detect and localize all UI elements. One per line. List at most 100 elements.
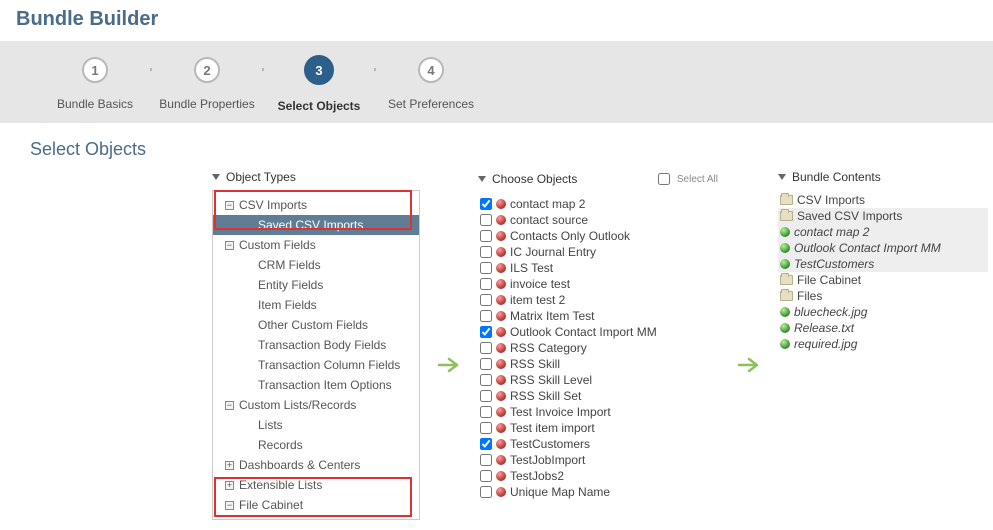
tree-item-label: Transaction Item Options xyxy=(258,377,392,393)
bundle-item[interactable]: Saved CSV Imports xyxy=(778,208,988,224)
choose-item[interactable]: item test 2 xyxy=(478,292,704,308)
object-icon xyxy=(496,263,506,273)
choose-item[interactable]: Outlook Contact Import MM xyxy=(478,324,704,340)
choose-objects-header[interactable]: Choose Objects Select All xyxy=(478,166,724,194)
choose-item[interactable]: ILS Test xyxy=(478,260,704,276)
collapse-icon[interactable]: − xyxy=(225,501,234,510)
choose-item[interactable]: Test item import xyxy=(478,420,704,436)
choose-item-checkbox[interactable] xyxy=(480,454,492,466)
choose-item-checkbox[interactable] xyxy=(480,374,492,386)
bundle-item[interactable]: Release.txt xyxy=(778,320,988,336)
choose-item[interactable]: invoice test xyxy=(478,276,704,292)
chevron-down-icon xyxy=(478,176,486,182)
bundle-item[interactable]: Outlook Contact Import MM xyxy=(778,240,988,256)
choose-item[interactable]: RSS Skill Set xyxy=(478,388,704,404)
choose-item-checkbox[interactable] xyxy=(480,390,492,402)
tree-item[interactable]: Transaction Column Fields xyxy=(213,355,419,375)
choose-item[interactable]: Matrix Item Test xyxy=(478,308,704,324)
bundle-item-label: Files xyxy=(797,288,822,304)
bundle-item[interactable]: CSV Imports xyxy=(778,192,988,208)
choose-item-label: invoice test xyxy=(510,276,570,292)
bundle-item[interactable]: TestCustomers xyxy=(778,256,988,272)
choose-item[interactable]: TestCustomers xyxy=(478,436,704,452)
tree-item[interactable]: Transaction Body Fields xyxy=(213,335,419,355)
choose-item-checkbox[interactable] xyxy=(480,326,492,338)
choose-item-checkbox[interactable] xyxy=(480,470,492,482)
choose-item[interactable]: TestJobImport xyxy=(478,452,704,468)
choose-item-checkbox[interactable] xyxy=(480,406,492,418)
bundle-item[interactable]: File Cabinet xyxy=(778,272,988,288)
choose-item[interactable]: IC Journal Entry xyxy=(478,244,704,260)
object-icon xyxy=(496,359,506,369)
choose-item[interactable]: contact map 2 xyxy=(478,196,704,212)
choose-item[interactable]: contact source xyxy=(478,212,704,228)
tree-item[interactable]: Saved CSV Imports xyxy=(213,215,419,235)
expand-icon[interactable]: + xyxy=(225,481,234,490)
choose-item-label: ILS Test xyxy=(510,260,553,276)
tree-item-label: Other Custom Fields xyxy=(258,317,368,333)
choose-item-checkbox[interactable] xyxy=(480,198,492,210)
choose-item[interactable]: Contacts Only Outlook xyxy=(478,228,704,244)
tree-item[interactable]: Entity Fields xyxy=(213,275,419,295)
tree-item[interactable]: Transaction Item Options xyxy=(213,375,419,395)
collapse-icon[interactable]: − xyxy=(225,201,234,210)
bundle-item[interactable]: bluecheck.jpg xyxy=(778,304,988,320)
object-icon xyxy=(496,231,506,241)
tree-item[interactable]: −CSV Imports xyxy=(213,195,419,215)
select-all-checkbox[interactable] xyxy=(658,173,670,185)
choose-item-checkbox[interactable] xyxy=(480,262,492,274)
step-3[interactable]: 3Select Objects xyxy=(264,55,374,113)
choose-item-checkbox[interactable] xyxy=(480,214,492,226)
bundle-item[interactable]: contact map 2 xyxy=(778,224,988,240)
choose-item-checkbox[interactable] xyxy=(480,310,492,322)
choose-item-checkbox[interactable] xyxy=(480,422,492,434)
step-4[interactable]: 4Set Preferences xyxy=(376,57,486,111)
tree-item-label: Files xyxy=(258,517,283,520)
item-icon xyxy=(780,243,790,253)
tree-item[interactable]: −Custom Lists/Records xyxy=(213,395,419,415)
stepper-bar: 1Bundle Basics2Bundle Properties3Select … xyxy=(0,41,993,123)
tree-item[interactable]: Records xyxy=(213,435,419,455)
expand-icon[interactable]: + xyxy=(225,461,234,470)
choose-item[interactable]: TestJobs2 xyxy=(478,468,704,484)
choose-item-checkbox[interactable] xyxy=(480,278,492,290)
tree-item[interactable]: −File Cabinet xyxy=(213,495,419,515)
tree-item[interactable]: Lists xyxy=(213,415,419,435)
choose-item[interactable]: RSS Skill xyxy=(478,356,704,372)
bundle-item[interactable]: required.jpg xyxy=(778,336,988,352)
choose-item-checkbox[interactable] xyxy=(480,230,492,242)
choose-item-label: IC Journal Entry xyxy=(510,244,596,260)
bundle-item[interactable]: Files xyxy=(778,288,988,304)
tree-item[interactable]: Other Custom Fields xyxy=(213,315,419,335)
collapse-icon[interactable]: − xyxy=(225,241,234,250)
choose-item[interactable]: Unique Map Name xyxy=(478,484,704,500)
choose-objects-list: contact map 2contact sourceContacts Only… xyxy=(478,194,704,502)
collapse-icon[interactable]: − xyxy=(225,401,234,410)
choose-item-checkbox[interactable] xyxy=(480,294,492,306)
object-types-header-label: Object Types xyxy=(226,170,296,184)
choose-item-checkbox[interactable] xyxy=(480,358,492,370)
tree-item[interactable]: Files xyxy=(213,515,419,520)
select-all[interactable]: Select All xyxy=(654,170,724,188)
choose-item-checkbox[interactable] xyxy=(480,342,492,354)
choose-item[interactable]: RSS Skill Level xyxy=(478,372,704,388)
step-2[interactable]: 2Bundle Properties xyxy=(152,57,262,111)
choose-item[interactable]: Test Invoice Import xyxy=(478,404,704,420)
choose-item-checkbox[interactable] xyxy=(480,486,492,498)
bundle-contents-column: Bundle Contents CSV ImportsSaved CSV Imp… xyxy=(778,166,992,352)
tree-item[interactable]: CRM Fields xyxy=(213,255,419,275)
bundle-contents-header[interactable]: Bundle Contents xyxy=(778,166,992,190)
tree-item[interactable]: +Extensible Lists xyxy=(213,475,419,495)
choose-item-checkbox[interactable] xyxy=(480,438,492,450)
tree-item[interactable]: +Dashboards & Centers xyxy=(213,455,419,475)
tree-item[interactable]: −Custom Fields xyxy=(213,235,419,255)
item-icon xyxy=(780,307,790,317)
tree-item-label: Transaction Body Fields xyxy=(258,337,386,353)
choose-item[interactable]: RSS Category xyxy=(478,340,704,356)
object-types-header[interactable]: Object Types xyxy=(212,166,424,190)
tree-item[interactable]: Item Fields xyxy=(213,295,419,315)
tree-item-label: CRM Fields xyxy=(258,257,321,273)
step-1[interactable]: 1Bundle Basics xyxy=(40,57,150,111)
choose-item-checkbox[interactable] xyxy=(480,246,492,258)
object-types-tree[interactable]: −CSV ImportsSaved CSV Imports−Custom Fie… xyxy=(212,190,420,520)
